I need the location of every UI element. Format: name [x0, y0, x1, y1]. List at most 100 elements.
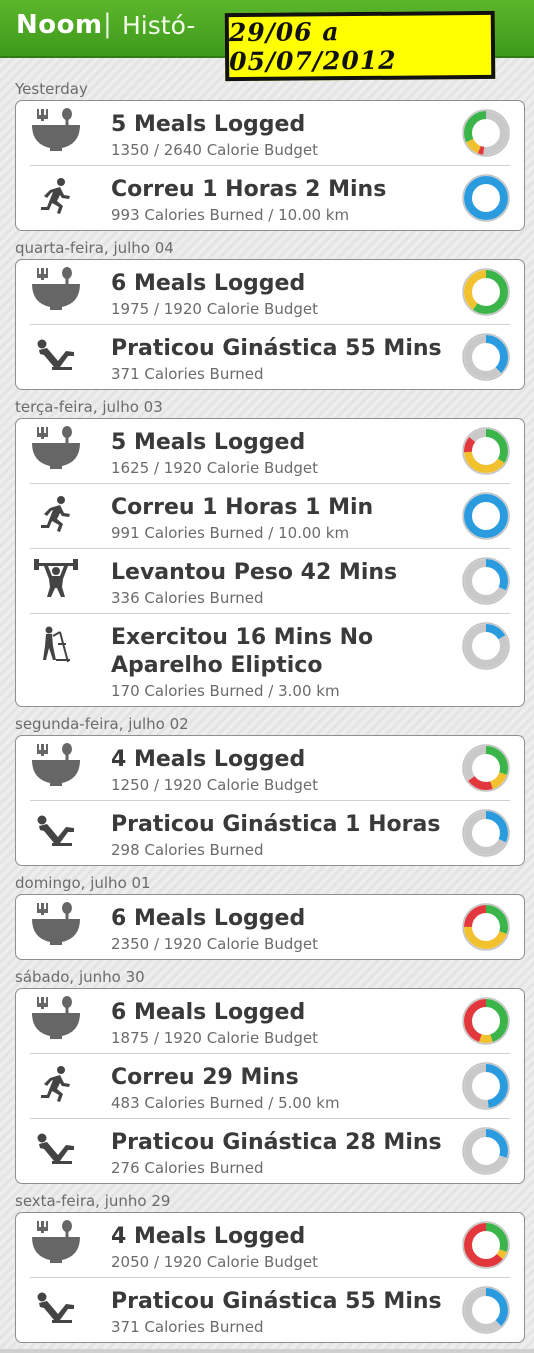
day-card: 6 Meals Logged 1975 / 1920 Calorie Budget…: [15, 259, 525, 390]
entry-subtitle: 170 Calories Burned / 3.00 km: [111, 682, 340, 700]
meals-bowl-icon: [30, 902, 82, 947]
entry-title: 5 Meals Logged: [111, 112, 306, 137]
situp-icon: [30, 1127, 82, 1171]
progress-ring-icon: [462, 1221, 510, 1269]
runner-icon: [30, 174, 82, 218]
progress-ring-icon: [462, 1286, 510, 1334]
runner-icon: [30, 1062, 82, 1106]
day-card: 6 Meals Logged 1875 / 1920 Calorie Budget…: [15, 988, 525, 1184]
progress-ring-icon: [462, 1127, 510, 1175]
history-entry[interactable]: 4 Meals Logged 2050 / 1920 Calorie Budget: [30, 1213, 510, 1277]
entry-subtitle: 371 Calories Burned: [111, 365, 264, 383]
progress-ring-icon: [462, 109, 510, 157]
header-separator: |: [103, 9, 112, 39]
meals-bowl-icon: [30, 743, 82, 788]
progress-ring-icon: [462, 492, 510, 540]
day-label: terça-feira, julho 03: [15, 398, 163, 416]
progress-ring-icon: [462, 622, 510, 670]
situp-icon: [30, 333, 82, 377]
entry-title: 6 Meals Logged: [111, 906, 306, 931]
meals-bowl-icon: [30, 426, 82, 471]
history-entry[interactable]: Praticou Ginástica 28 Mins 276 Calories B…: [30, 1118, 510, 1183]
scroll-bottom-edge: [0, 1349, 534, 1353]
progress-ring-icon: [462, 268, 510, 316]
progress-ring-icon: [462, 427, 510, 475]
day-card: 6 Meals Logged 2350 / 1920 Calorie Budget: [15, 894, 525, 960]
history-entry[interactable]: Levantou Peso 42 Mins 336 Calories Burned: [30, 548, 510, 613]
entry-title: 6 Meals Logged: [111, 271, 306, 296]
day-card: 5 Meals Logged 1625 / 1920 Calorie Budget…: [15, 418, 525, 707]
day-label: segunda-feira, julho 02: [15, 715, 189, 733]
entry-subtitle: 1975 / 1920 Calorie Budget: [111, 300, 318, 318]
situp-icon: [30, 809, 82, 853]
entry-subtitle: 2050 / 1920 Calorie Budget: [111, 1253, 318, 1271]
entry-title: Levantou Peso 42 Mins: [111, 560, 398, 585]
entry-subtitle: 336 Calories Burned: [111, 589, 264, 607]
entry-subtitle: 371 Calories Burned: [111, 1318, 264, 1336]
history-entry[interactable]: Correu 1 Horas 1 Min 991 Calories Burned …: [30, 483, 510, 548]
progress-ring-icon: [462, 174, 510, 222]
entry-subtitle: 1625 / 1920 Calorie Budget: [111, 459, 318, 477]
app-brand[interactable]: Noom: [16, 10, 103, 40]
weightlifting-icon: [30, 557, 82, 601]
history-entry[interactable]: Praticou Ginástica 55 Mins 371 Calories B…: [30, 324, 510, 389]
date-range-annotation: 29/06 a 05/07/2012: [224, 10, 496, 82]
progress-ring-icon: [462, 557, 510, 605]
entry-title: 6 Meals Logged: [111, 1000, 306, 1025]
entry-title: Correu 1 Horas 2 Mins: [111, 177, 387, 202]
progress-ring-icon: [462, 903, 510, 951]
runner-icon: [30, 492, 82, 536]
day-card: 4 Meals Logged 1250 / 1920 Calorie Budget…: [15, 735, 525, 866]
entry-title: Praticou Ginástica 1 Horas: [111, 812, 441, 837]
progress-ring-icon: [462, 1062, 510, 1110]
elliptical-icon: [30, 622, 82, 666]
entry-title: Exercitou 16 Mins No Aparelho Eliptico: [111, 625, 374, 678]
day-label: quarta-feira, julho 04: [15, 239, 174, 257]
history-entry[interactable]: 4 Meals Logged 1250 / 1920 Calorie Budget: [30, 736, 510, 800]
situp-icon: [30, 1286, 82, 1330]
entry-title: Praticou Ginástica 55 Mins: [111, 336, 442, 361]
meals-bowl-icon: [30, 1220, 82, 1265]
day-label: sexta-feira, junho 29: [15, 1192, 171, 1210]
history-entry[interactable]: 6 Meals Logged 1975 / 1920 Calorie Budget: [30, 260, 510, 324]
history-entry[interactable]: 6 Meals Logged 2350 / 1920 Calorie Budget: [30, 895, 510, 959]
entry-title: Correu 29 Mins: [111, 1065, 299, 1090]
progress-ring-icon: [462, 744, 510, 792]
meals-bowl-icon: [30, 108, 82, 153]
entry-subtitle: 483 Calories Burned / 5.00 km: [111, 1094, 340, 1112]
day-label: domingo, julho 01: [15, 874, 151, 892]
page-title: Histó-: [122, 11, 196, 40]
entry-subtitle: 1875 / 1920 Calorie Budget: [111, 1029, 318, 1047]
progress-ring-icon: [462, 809, 510, 857]
progress-ring-icon: [462, 997, 510, 1045]
entry-subtitle: 993 Calories Burned / 10.00 km: [111, 206, 350, 224]
entry-title: Praticou Ginástica 28 Mins: [111, 1130, 442, 1155]
history-entry[interactable]: 5 Meals Logged 1625 / 1920 Calorie Budget: [30, 419, 510, 483]
history-entry[interactable]: Correu 1 Horas 2 Mins 993 Calories Burned…: [30, 165, 510, 230]
entry-subtitle: 276 Calories Burned: [111, 1159, 264, 1177]
day-label: Yesterday: [15, 80, 88, 98]
entry-subtitle: 1350 / 2640 Calorie Budget: [111, 141, 318, 159]
history-entry[interactable]: 6 Meals Logged 1875 / 1920 Calorie Budget: [30, 989, 510, 1053]
history-entry[interactable]: Praticou Ginástica 1 Horas 298 Calories B…: [30, 800, 510, 865]
meals-bowl-icon: [30, 996, 82, 1041]
history-entry[interactable]: 5 Meals Logged 1350 / 2640 Calorie Budget: [30, 101, 510, 165]
history-entry[interactable]: Exercitou 16 Mins No Aparelho Eliptico 17…: [30, 613, 510, 706]
entry-title: Praticou Ginástica 55 Mins: [111, 1289, 442, 1314]
entry-title: 4 Meals Logged: [111, 1224, 306, 1249]
progress-ring-icon: [462, 333, 510, 381]
entry-title: 5 Meals Logged: [111, 430, 306, 455]
entry-title: 4 Meals Logged: [111, 747, 306, 772]
meals-bowl-icon: [30, 267, 82, 312]
entry-subtitle: 298 Calories Burned: [111, 841, 264, 859]
history-entry[interactable]: Correu 29 Mins 483 Calories Burned / 5.00…: [30, 1053, 510, 1118]
day-label: sábado, junho 30: [15, 968, 145, 986]
history-entry[interactable]: Praticou Ginástica 55 Mins 371 Calories B…: [30, 1277, 510, 1342]
day-card: 4 Meals Logged 2050 / 1920 Calorie Budget…: [15, 1212, 525, 1343]
entry-subtitle: 1250 / 1920 Calorie Budget: [111, 776, 318, 794]
history-feed: Yesterday 5 Meals Logged 1350 / 2640 Calor…: [0, 78, 534, 1349]
day-card: 5 Meals Logged 1350 / 2640 Calorie Budget…: [15, 100, 525, 231]
entry-title: Correu 1 Horas 1 Min: [111, 495, 374, 520]
entry-subtitle: 2350 / 1920 Calorie Budget: [111, 935, 318, 953]
entry-subtitle: 991 Calories Burned / 10.00 km: [111, 524, 350, 542]
